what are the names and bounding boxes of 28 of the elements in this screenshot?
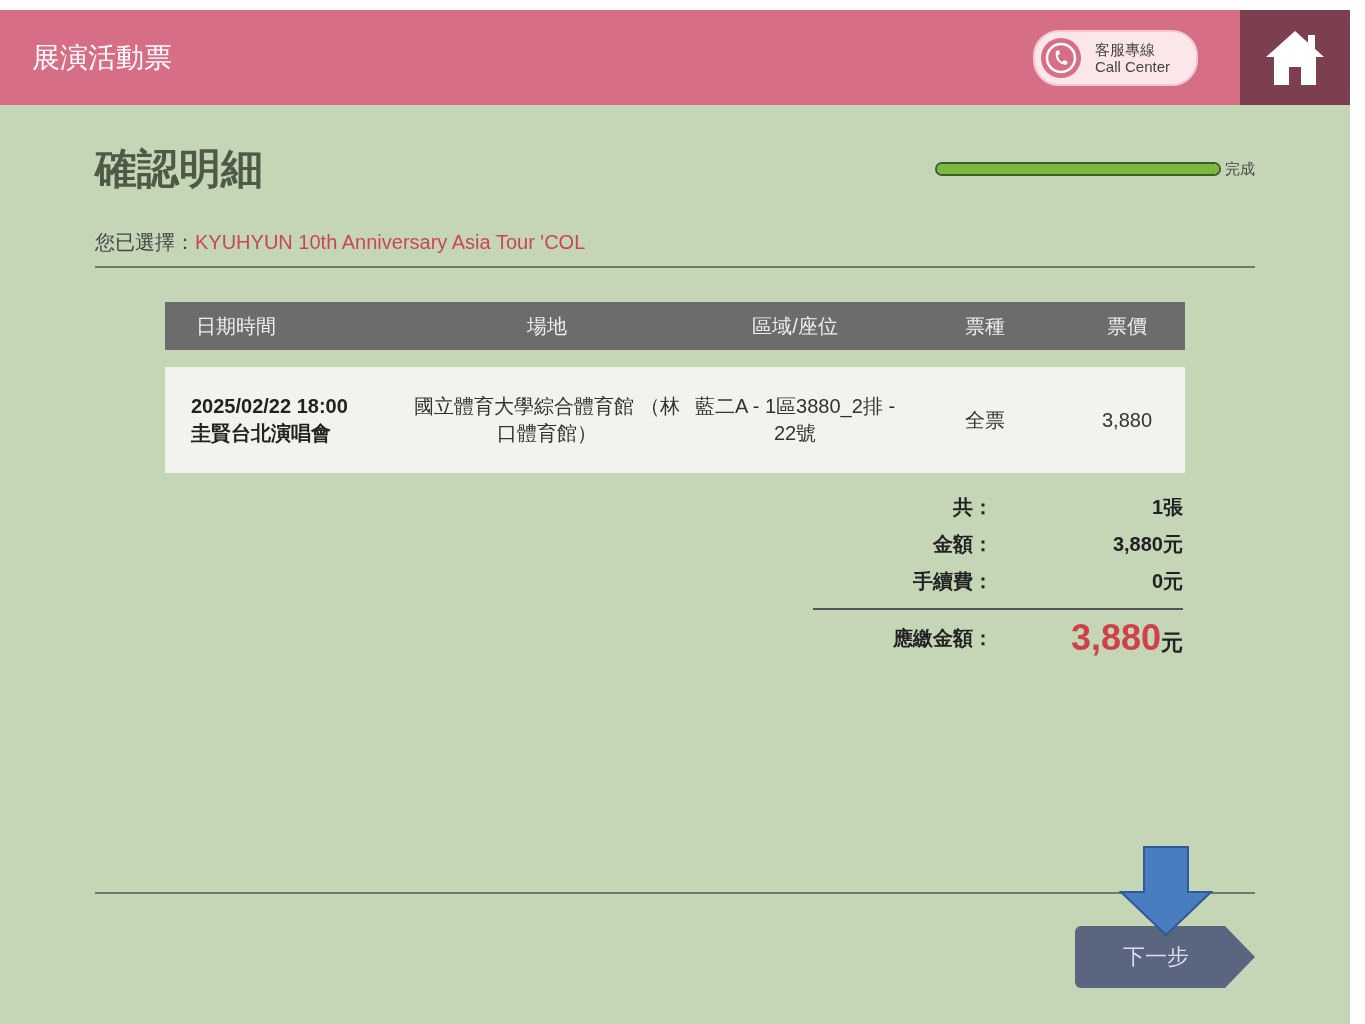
table-cell-text: 藍二A - 1區3880_2排 - 22號 — [693, 394, 897, 446]
page-title: 確認明細 — [95, 144, 263, 194]
column-header: 場地 — [526, 313, 568, 339]
table-cell-text: 3,880 — [1100, 408, 1154, 432]
summary-value: 3,880元 — [1111, 532, 1183, 557]
table-cell-text: 國立體育大學綜合體育館 （林口體育館） — [413, 394, 681, 446]
home-button[interactable] — [1240, 10, 1350, 105]
app-title: 展演活動票 — [32, 40, 173, 75]
phone-icon — [1038, 35, 1083, 80]
selection-text: 您已選擇：KYUHYUN 10th Anniversary Asia Tour 'COL — [95, 229, 1255, 268]
down-arrow-icon — [1119, 846, 1213, 936]
summary-label: 金額： — [932, 532, 993, 557]
table-cell-text: 2025/02/22 18:00 圭賢台北演唱會 — [190, 394, 349, 446]
column-header: 票種 — [964, 313, 1006, 339]
column-header: 區域/座位 — [751, 313, 839, 339]
summary-value: 1張 — [1150, 495, 1183, 520]
table-cell-text: 全票 — [964, 407, 1006, 433]
total-amount: 3,880元 — [1069, 617, 1183, 659]
progress-label: 完成 — [1225, 159, 1255, 179]
summary-label: 手續費： — [912, 569, 993, 594]
home-icon — [1264, 28, 1326, 87]
column-header: 票價 — [1106, 313, 1148, 339]
summary-label: 共： — [952, 495, 993, 520]
column-header: 日期時間 — [195, 313, 277, 339]
call-center-button[interactable]: 客服專線 Call Center — [1032, 29, 1198, 86]
next-button[interactable]: 下一步 — [1075, 926, 1255, 988]
total-label: 應繳金額： — [892, 625, 993, 651]
summary-value: 0元 — [1150, 569, 1183, 594]
